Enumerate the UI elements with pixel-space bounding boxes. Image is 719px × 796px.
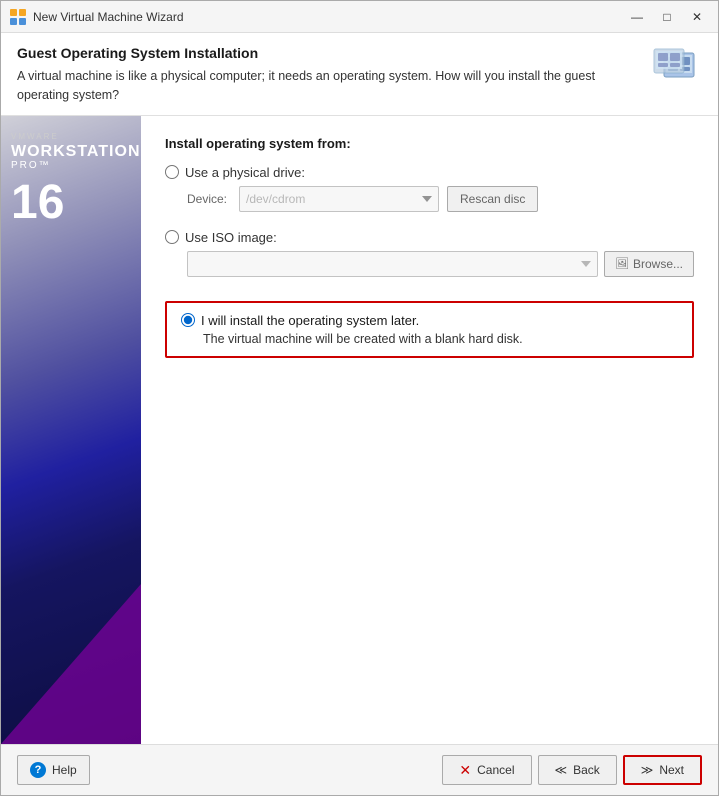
iso-image-label[interactable]: Use ISO image:	[165, 230, 694, 245]
cancel-label: Cancel	[477, 763, 514, 777]
page-description: A virtual machine is like a physical com…	[17, 67, 597, 105]
title-bar: New Virtual Machine Wizard — □ ✕	[1, 1, 718, 33]
footer-actions: ✕ Cancel ≪ Back ≫ Next	[442, 755, 702, 785]
install-later-radio[interactable]	[181, 313, 195, 327]
device-row: Device: /dev/cdrom Rescan disc	[187, 186, 694, 212]
iso-image-radio[interactable]	[165, 230, 179, 244]
iso-input-row: 🖼 Browse...	[187, 251, 694, 277]
help-label: Help	[52, 763, 77, 777]
page-title: Guest Operating System Installation	[17, 45, 638, 61]
cancel-x-icon: ✕	[459, 762, 471, 779]
sidebar-product-name: WORKSTATION	[11, 143, 141, 161]
help-icon: ?	[30, 762, 46, 778]
install-later-label[interactable]: I will install the operating system late…	[181, 313, 678, 328]
installation-options: Use a physical drive: Device: /dev/cdrom…	[165, 165, 694, 358]
sidebar-decoration	[1, 584, 141, 744]
main-content: Install operating system from: Use a phy…	[141, 116, 718, 745]
physical-drive-radio[interactable]	[165, 165, 179, 179]
cancel-button[interactable]: ✕ Cancel	[442, 755, 531, 785]
header-text: Guest Operating System Installation A vi…	[17, 45, 638, 105]
device-label: Device:	[187, 192, 231, 206]
minimize-button[interactable]: —	[624, 7, 650, 27]
sidebar-pro-label: PRO™	[11, 160, 51, 171]
sidebar-vmware-label: VMWARE	[11, 132, 59, 141]
next-button[interactable]: ≫ Next	[623, 755, 702, 785]
back-button[interactable]: ≪ Back	[538, 755, 617, 785]
sidebar-version: 16	[11, 179, 64, 227]
install-later-option: I will install the operating system late…	[165, 301, 694, 358]
main-window: New Virtual Machine Wizard — □ ✕ Guest O…	[0, 0, 719, 796]
app-icon	[9, 8, 27, 26]
physical-drive-option: Use a physical drive: Device: /dev/cdrom…	[165, 165, 694, 212]
header: Guest Operating System Installation A vi…	[1, 33, 718, 116]
install-later-text: I will install the operating system late…	[201, 313, 419, 328]
section-title: Install operating system from:	[165, 136, 694, 151]
window-controls: — □ ✕	[624, 7, 710, 27]
physical-drive-text: Use a physical drive:	[185, 165, 305, 180]
next-label: Next	[659, 763, 684, 777]
iso-image-option: Use ISO image: 🖼 Browse...	[165, 230, 694, 277]
physical-drive-label[interactable]: Use a physical drive:	[165, 165, 694, 180]
window-title: New Virtual Machine Wizard	[33, 10, 624, 24]
rescan-button[interactable]: Rescan disc	[447, 186, 538, 212]
help-button[interactable]: ? Help	[17, 755, 90, 785]
device-select[interactable]: /dev/cdrom	[239, 186, 439, 212]
iso-path-select[interactable]	[187, 251, 598, 277]
browse-icon: 🖼	[615, 257, 629, 270]
content-area: VMWARE WORKSTATION PRO™ 16 Install opera…	[1, 116, 718, 745]
header-icon	[650, 47, 702, 98]
back-label: Back	[573, 763, 600, 777]
browse-button[interactable]: 🖼 Browse...	[604, 251, 694, 277]
back-icon: ≪	[555, 763, 568, 777]
iso-image-text: Use ISO image:	[185, 230, 277, 245]
next-arrow-icon: ≫	[641, 763, 654, 777]
footer: ? Help ✕ Cancel ≪ Back ≫ Next	[1, 744, 718, 795]
close-button[interactable]: ✕	[684, 7, 710, 27]
maximize-button[interactable]: □	[654, 7, 680, 27]
sidebar: VMWARE WORKSTATION PRO™ 16	[1, 116, 141, 745]
install-later-description: The virtual machine will be created with…	[203, 332, 678, 346]
browse-label: Browse...	[633, 257, 683, 271]
